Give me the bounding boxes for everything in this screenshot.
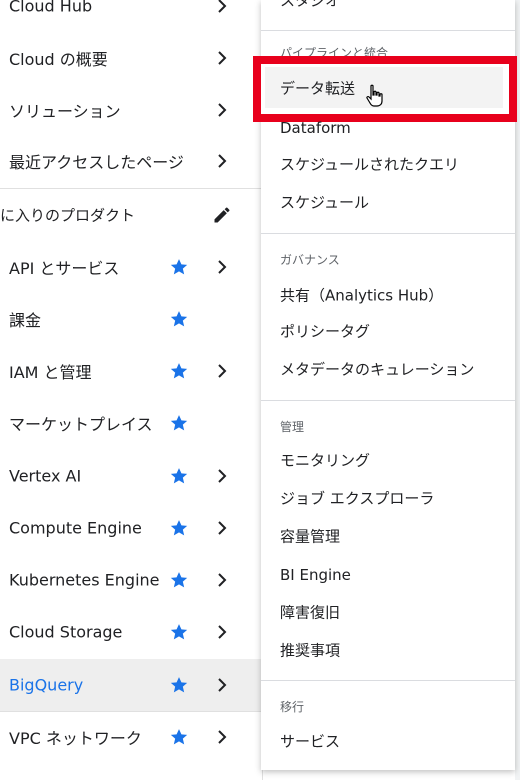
nav-item-bigquery[interactable]: BigQuery — [0, 659, 262, 711]
nav-item-iam-admin[interactable]: IAM と管理 — [0, 345, 262, 397]
submenu-item-label: 容量管理 — [280, 527, 341, 546]
submenu-item-label: サービス — [280, 732, 341, 751]
star-icon[interactable] — [169, 570, 189, 590]
submenu-item-capacity-management[interactable]: 容量管理 — [261, 517, 515, 555]
star-icon[interactable] — [169, 727, 189, 747]
star-icon[interactable] — [169, 361, 189, 381]
chevron-right-icon — [218, 469, 227, 483]
star-icon[interactable] — [169, 257, 189, 277]
submenu-item-label: ポリシータグ — [280, 322, 371, 341]
submenu-item-dataform[interactable]: Dataform — [261, 109, 515, 147]
nav-item-kubernetes-engine[interactable]: Kubernetes Engine — [0, 554, 262, 606]
nav-item-compute-engine[interactable]: Compute Engine — [0, 502, 262, 554]
submenu-item-analytics-hub[interactable]: 共有（Analytics Hub） — [261, 276, 515, 314]
chevron-right-icon — [218, 521, 227, 535]
chevron-right-icon — [218, 154, 227, 168]
nav-item-label: 最近アクセスしたページ — [9, 153, 184, 172]
nav-item-label: Compute Engine — [9, 518, 142, 538]
nav-item-label: Vertex AI — [9, 466, 82, 486]
nav-item-api-services[interactable]: API とサービス — [0, 241, 262, 293]
star-icon[interactable] — [169, 622, 189, 642]
section-header-governance: ガバナンス — [280, 253, 340, 267]
submenu-item-label: Dataform — [280, 119, 351, 137]
favorites-header: に入りのプロダクト — [0, 189, 262, 241]
submenu-item-policy-tags[interactable]: ポリシータグ — [261, 312, 515, 350]
star-icon[interactable] — [169, 518, 189, 538]
submenu-divider — [261, 400, 515, 401]
submenu-item-recommendations[interactable]: 推奨事項 — [261, 631, 515, 669]
submenu-item-bi-engine[interactable]: BI Engine — [261, 556, 515, 594]
nav-item-billing[interactable]: 課金 — [0, 293, 262, 345]
left-navigation: Cloud Hub Cloud の概要 ソリューション 最近アクセスしたページ … — [0, 0, 263, 780]
chevron-right-icon — [218, 573, 227, 587]
nav-item-label: ソリューション — [9, 102, 121, 121]
submenu-item-services[interactable]: サービス — [261, 722, 515, 760]
bigquery-submenu: スタジオ パイプラインと統合 データ転送 Dataform スケジュールされたク… — [253, 0, 517, 770]
submenu-item-job-explorer[interactable]: ジョブ エクスプローラ — [261, 479, 515, 517]
submenu-item-label: モニタリング — [280, 451, 371, 470]
submenu-item-disaster-recovery[interactable]: 障害復旧 — [261, 593, 515, 631]
chevron-right-icon — [218, 0, 227, 13]
nav-item-recent-pages[interactable]: 最近アクセスしたページ — [0, 135, 262, 187]
nav-item-cloud-hub[interactable]: Cloud Hub — [0, 0, 262, 32]
nav-item-label: VPC ネットワーク — [9, 729, 142, 748]
nav-item-label: BigQuery — [9, 675, 84, 695]
nav-item-cloud-overview[interactable]: Cloud の概要 — [0, 32, 262, 84]
submenu-item-label: スケジュールされたクエリ — [280, 155, 459, 174]
nav-item-vpc-network[interactable]: VPC ネットワーク — [0, 711, 262, 763]
nav-item-label: Cloud Hub — [9, 0, 93, 16]
star-icon[interactable] — [169, 675, 189, 695]
submenu-item-label: スケジュール — [280, 193, 369, 212]
chevron-right-icon — [218, 678, 227, 692]
nav-item-vertex-ai[interactable]: Vertex AI — [0, 450, 262, 502]
section-header-admin: 管理 — [280, 420, 305, 434]
submenu-item-label: 障害復旧 — [280, 603, 341, 622]
submenu-item-studio[interactable]: スタジオ — [261, 0, 515, 19]
nav-item-label: API とサービス — [9, 259, 120, 278]
nav-item-label: 課金 — [9, 311, 42, 330]
nav-item-marketplace[interactable]: マーケットプレイス — [0, 397, 262, 449]
chevron-right-icon — [218, 625, 227, 639]
submenu-item-scheduled-queries[interactable]: スケジュールされたクエリ — [261, 145, 515, 183]
edit-pencil-icon[interactable] — [212, 205, 232, 225]
submenu-item-label: ジョブ エクスプローラ — [280, 489, 435, 508]
nav-item-label: Kubernetes Engine — [9, 570, 160, 590]
nav-item-label: IAM と管理 — [9, 363, 92, 382]
favorites-header-label: に入りのプロダクト — [0, 206, 136, 225]
background-page-strip — [515, 0, 520, 780]
star-icon[interactable] — [169, 309, 189, 329]
star-icon[interactable] — [169, 413, 189, 433]
nav-item-label: Cloud Storage — [9, 622, 123, 642]
nav-item-cloud-storage[interactable]: Cloud Storage — [0, 606, 262, 658]
submenu-item-schedules[interactable]: スケジュール — [261, 183, 515, 221]
submenu-item-label: メタデータのキュレーション — [280, 360, 475, 379]
nav-item-label: マーケットプレイス — [9, 415, 153, 434]
nav-item-solutions[interactable]: ソリューション — [0, 84, 262, 136]
section-header-migration: 移行 — [280, 700, 305, 714]
chevron-right-icon — [218, 260, 227, 274]
submenu-divider — [261, 680, 515, 681]
submenu-divider — [261, 233, 515, 234]
chevron-right-icon — [218, 51, 227, 65]
chevron-right-icon — [218, 103, 227, 117]
chevron-right-icon — [218, 364, 227, 378]
hand-pointer-cursor-icon — [366, 84, 383, 107]
section-header-pipelines: パイプラインと統合 — [280, 46, 389, 60]
submenu-item-label: スタジオ — [280, 0, 341, 10]
submenu-item-label: BI Engine — [280, 566, 351, 584]
nav-item-label: Cloud の概要 — [9, 50, 108, 69]
submenu-item-metadata-curation[interactable]: メタデータのキュレーション — [261, 350, 515, 388]
submenu-item-monitoring[interactable]: モニタリング — [261, 441, 515, 479]
chevron-right-icon — [218, 730, 227, 744]
submenu-item-label: 推奨事項 — [280, 641, 341, 660]
submenu-divider — [261, 30, 515, 31]
submenu-item-label: 共有（Analytics Hub） — [280, 286, 444, 305]
star-icon[interactable] — [169, 466, 189, 486]
